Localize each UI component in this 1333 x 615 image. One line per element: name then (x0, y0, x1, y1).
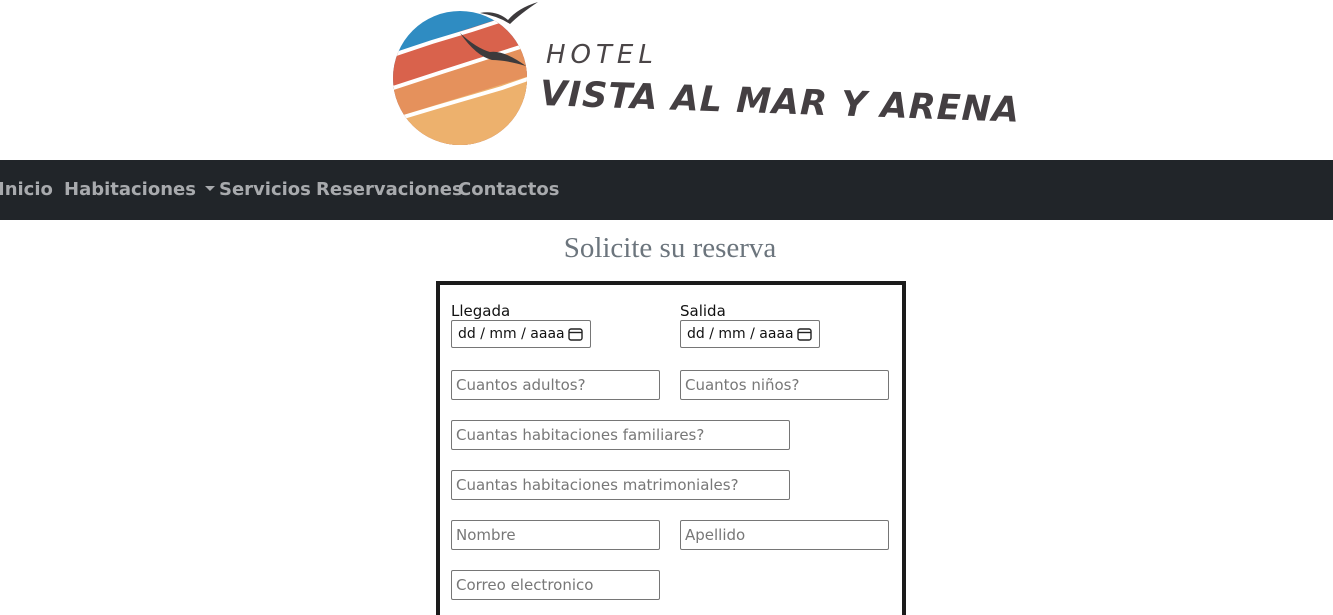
logo-hotel-name: VISTA AL MAR Y ARENA (539, 74, 1021, 131)
departure-date-input[interactable]: dd / mm / aaaa (680, 320, 820, 348)
logo-hotel-text: HOTEL (546, 40, 658, 70)
family-rooms-input[interactable] (451, 420, 790, 450)
nav-item-reservaciones[interactable]: Reservaciones (316, 179, 463, 203)
nav-item-habitaciones[interactable]: Habitaciones (64, 179, 215, 203)
arrival-label: Llegada (451, 302, 511, 320)
dropdown-caret-icon (204, 186, 215, 191)
arrival-date-input[interactable]: dd / mm / aaaa (451, 320, 591, 348)
nav-item-inicio[interactable]: Inicio (0, 179, 53, 203)
sunset-birds-logo-icon (393, 2, 538, 145)
email-input[interactable] (451, 570, 660, 600)
last-name-input[interactable] (680, 520, 889, 550)
page-title: Solicite su reserva (563, 232, 777, 264)
calendar-icon[interactable] (568, 327, 583, 341)
nav-item-servicios[interactable]: Servicios (219, 179, 311, 203)
hotel-logo[interactable]: HOTEL VISTA AL MAR Y ARENA (392, 0, 1021, 150)
arrival-date-value: dd / mm / aaaa (458, 326, 565, 342)
reservation-form: Llegada dd / mm / aaaa Salida dd / mm / … (436, 281, 906, 615)
departure-label: Salida (680, 302, 726, 320)
nav-item-habitaciones-label: Habitaciones (64, 179, 196, 200)
departure-date-value: dd / mm / aaaa (687, 326, 794, 342)
nav-item-contactos[interactable]: Contactos (458, 179, 560, 203)
children-input[interactable] (680, 370, 889, 400)
first-name-input[interactable] (451, 520, 660, 550)
adults-input[interactable] (451, 370, 660, 400)
double-rooms-input[interactable] (451, 470, 790, 500)
calendar-icon[interactable] (797, 327, 812, 341)
main-navbar: Inicio Habitaciones Servicios Reservacio… (0, 160, 1333, 220)
